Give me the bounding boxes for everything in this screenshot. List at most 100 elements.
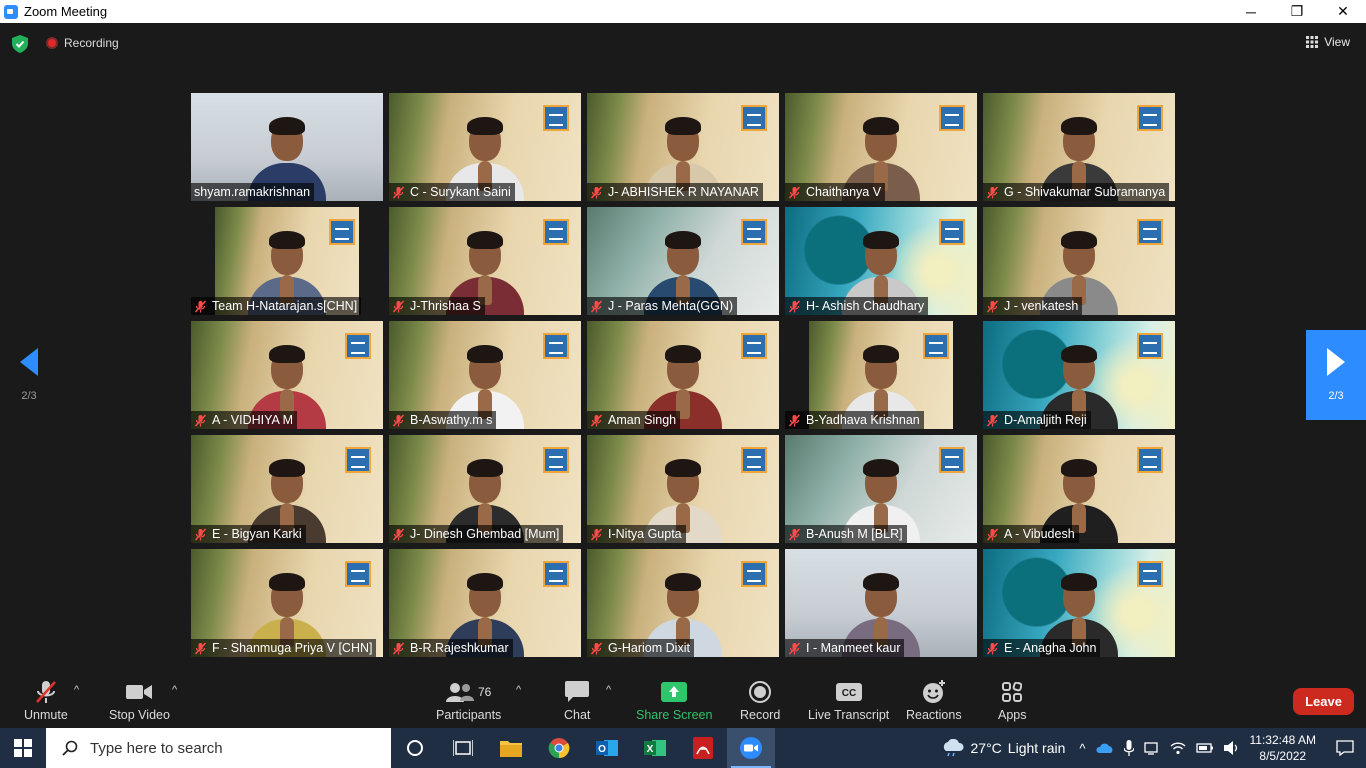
microphone-muted-icon — [392, 185, 405, 199]
view-button[interactable]: View — [1306, 35, 1350, 49]
virtual-background-logo-icon — [741, 561, 767, 587]
video-tile[interactable]: I - Manmeet kaur — [785, 549, 977, 657]
share-screen-label: Share Screen — [636, 708, 713, 722]
video-tile[interactable]: G-Hariom Dixit — [587, 549, 779, 657]
participant-nameplate: I - Manmeet kaur — [785, 639, 905, 657]
video-tile[interactable]: Team H-Natarajan.s[CHN] — [191, 207, 383, 315]
weather-temperature: 27°C — [970, 740, 1002, 756]
recording-indicator-icon — [46, 37, 58, 49]
video-tile[interactable]: I-Nitya Gupta — [587, 435, 779, 543]
virtual-background-logo-icon — [543, 105, 569, 131]
video-tile[interactable]: B-Anush M [BLR] — [785, 435, 977, 543]
participant-nameplate: J- ABHISHEK R NAYANAR — [587, 183, 763, 201]
participant-name: Chaithanya V — [806, 185, 882, 199]
participant-nameplate: B-Anush M [BLR] — [785, 525, 907, 543]
microphone-muted-icon — [788, 299, 801, 313]
speaker-volume-icon[interactable] — [1223, 741, 1240, 755]
video-tile[interactable]: Aman Singh — [587, 321, 779, 429]
record-button[interactable]: Record — [740, 678, 780, 722]
maximize-button[interactable]: ❐ — [1274, 0, 1320, 23]
record-icon — [749, 681, 772, 703]
previous-page-button[interactable]: 2/3 — [0, 330, 58, 420]
live-transcript-button[interactable]: CC Live Transcript — [808, 678, 889, 722]
network-icon[interactable] — [1143, 741, 1160, 755]
taskbar-clock[interactable]: 11:32:48 AM 8/5/2022 — [1250, 732, 1317, 764]
microphone-icon[interactable] — [1123, 740, 1134, 756]
participant-name: J- Dinesh Ghembad [Mum] — [410, 527, 560, 541]
microphone-muted-icon — [194, 299, 207, 313]
chrome-icon[interactable] — [535, 728, 583, 768]
notification-center-button[interactable] — [1330, 740, 1360, 756]
microphone-muted-icon — [590, 185, 603, 199]
video-tile[interactable]: E - Bigyan Karki — [191, 435, 383, 543]
outlook-icon[interactable]: O — [583, 728, 631, 768]
excel-icon[interactable]: X — [631, 728, 679, 768]
video-tile[interactable]: J- Dinesh Ghembad [Mum] — [389, 435, 581, 543]
chat-options-caret-icon[interactable]: ^ — [606, 684, 611, 696]
acrobat-icon[interactable] — [679, 728, 727, 768]
video-tile[interactable]: J - Paras Mehta(GGN) — [587, 207, 779, 315]
participant-nameplate: Team H-Natarajan.s[CHN] — [191, 297, 362, 315]
participant-nameplate: A - VIDHIYA M — [191, 411, 298, 429]
chat-button[interactable]: Chat — [564, 678, 590, 722]
weather-widget[interactable]: 27°C Light rain — [941, 739, 1066, 757]
minimize-button[interactable]: ─ — [1228, 0, 1274, 23]
leave-button[interactable]: Leave — [1293, 688, 1354, 715]
video-options-caret-icon[interactable]: ^ — [172, 684, 177, 696]
audio-options-caret-icon[interactable]: ^ — [74, 684, 79, 696]
video-tile[interactable]: C - Surykant Saini — [389, 93, 581, 201]
video-tile[interactable]: J- ABHISHEK R NAYANAR — [587, 93, 779, 201]
video-tile[interactable]: J-Thrishaa S — [389, 207, 581, 315]
meeting-header: Recording View — [0, 23, 1366, 65]
video-tile[interactable]: F - Shanmuga Priya V [CHN] — [191, 549, 383, 657]
weather-condition: Light rain — [1007, 740, 1066, 756]
virtual-background-logo-icon — [1137, 561, 1163, 587]
start-button[interactable] — [0, 728, 46, 768]
gallery-grid: shyam.ramakrishnan C - Surykant Saini J- A… — [191, 93, 1175, 657]
video-tile[interactable]: H- Ashish Chaudhary — [785, 207, 977, 315]
participant-nameplate: D-Amaljith Reji — [983, 411, 1091, 429]
video-tile[interactable]: D-Amaljith Reji — [983, 321, 1175, 429]
recording-label: Recording — [64, 36, 119, 50]
video-tile[interactable]: A - Vibudesh — [983, 435, 1175, 543]
microphone-muted-icon — [986, 299, 999, 313]
share-screen-button[interactable]: Share Screen — [636, 678, 712, 722]
participant-nameplate: J - Paras Mehta(GGN) — [587, 297, 738, 315]
unmute-button[interactable]: Unmute — [24, 678, 68, 722]
video-tile[interactable]: B-Yadhava Krishnan — [785, 321, 977, 429]
file-explorer-icon[interactable] — [487, 728, 535, 768]
virtual-background-logo-icon — [543, 447, 569, 473]
video-tile[interactable]: B-R.Rajeshkumar — [389, 549, 581, 657]
show-hidden-icons-chevron-icon[interactable]: ^ — [1079, 741, 1085, 756]
video-tile[interactable]: Chaithanya V — [785, 93, 977, 201]
apps-button[interactable]: Apps — [998, 678, 1027, 722]
participants-options-caret-icon[interactable]: ^ — [516, 684, 521, 696]
close-button[interactable]: ✕ — [1320, 0, 1366, 23]
battery-icon[interactable] — [1195, 742, 1214, 754]
participant-name: A - VIDHIYA M — [212, 413, 294, 427]
wifi-icon[interactable] — [1170, 741, 1186, 755]
next-page-button[interactable]: 2/3 — [1306, 330, 1366, 420]
live-transcript-label: Live Transcript — [808, 708, 890, 722]
zoom-app-icon — [4, 4, 18, 19]
stop-video-button[interactable]: Stop Video — [109, 678, 170, 722]
encryption-shield-icon[interactable] — [12, 35, 28, 53]
onedrive-cloud-icon[interactable] — [1095, 742, 1114, 754]
task-view-icon[interactable] — [439, 728, 487, 768]
video-tile[interactable]: E - Anagha John — [983, 549, 1175, 657]
video-tile[interactable]: shyam.ramakrishnan — [191, 93, 383, 201]
participants-button[interactable]: 76 Participants — [436, 678, 501, 722]
windows-taskbar: Type here to search O X 27°C Light rain … — [0, 728, 1366, 768]
svg-text:CC: CC — [841, 688, 855, 699]
cortana-icon[interactable] — [391, 728, 439, 768]
video-tile[interactable]: G - Shivakumar Subramanya — [983, 93, 1175, 201]
taskbar-search-box[interactable]: Type here to search — [46, 728, 391, 768]
microphone-muted-icon — [194, 641, 207, 655]
svg-text:O: O — [598, 744, 606, 755]
participant-nameplate: J- Dinesh Ghembad [Mum] — [389, 525, 564, 543]
video-tile[interactable]: A - VIDHIYA M — [191, 321, 383, 429]
reactions-button[interactable]: Reactions — [906, 678, 962, 722]
zoom-icon[interactable] — [727, 728, 775, 768]
video-tile[interactable]: B-Aswathy.m s — [389, 321, 581, 429]
video-tile[interactable]: J - venkatesh — [983, 207, 1175, 315]
